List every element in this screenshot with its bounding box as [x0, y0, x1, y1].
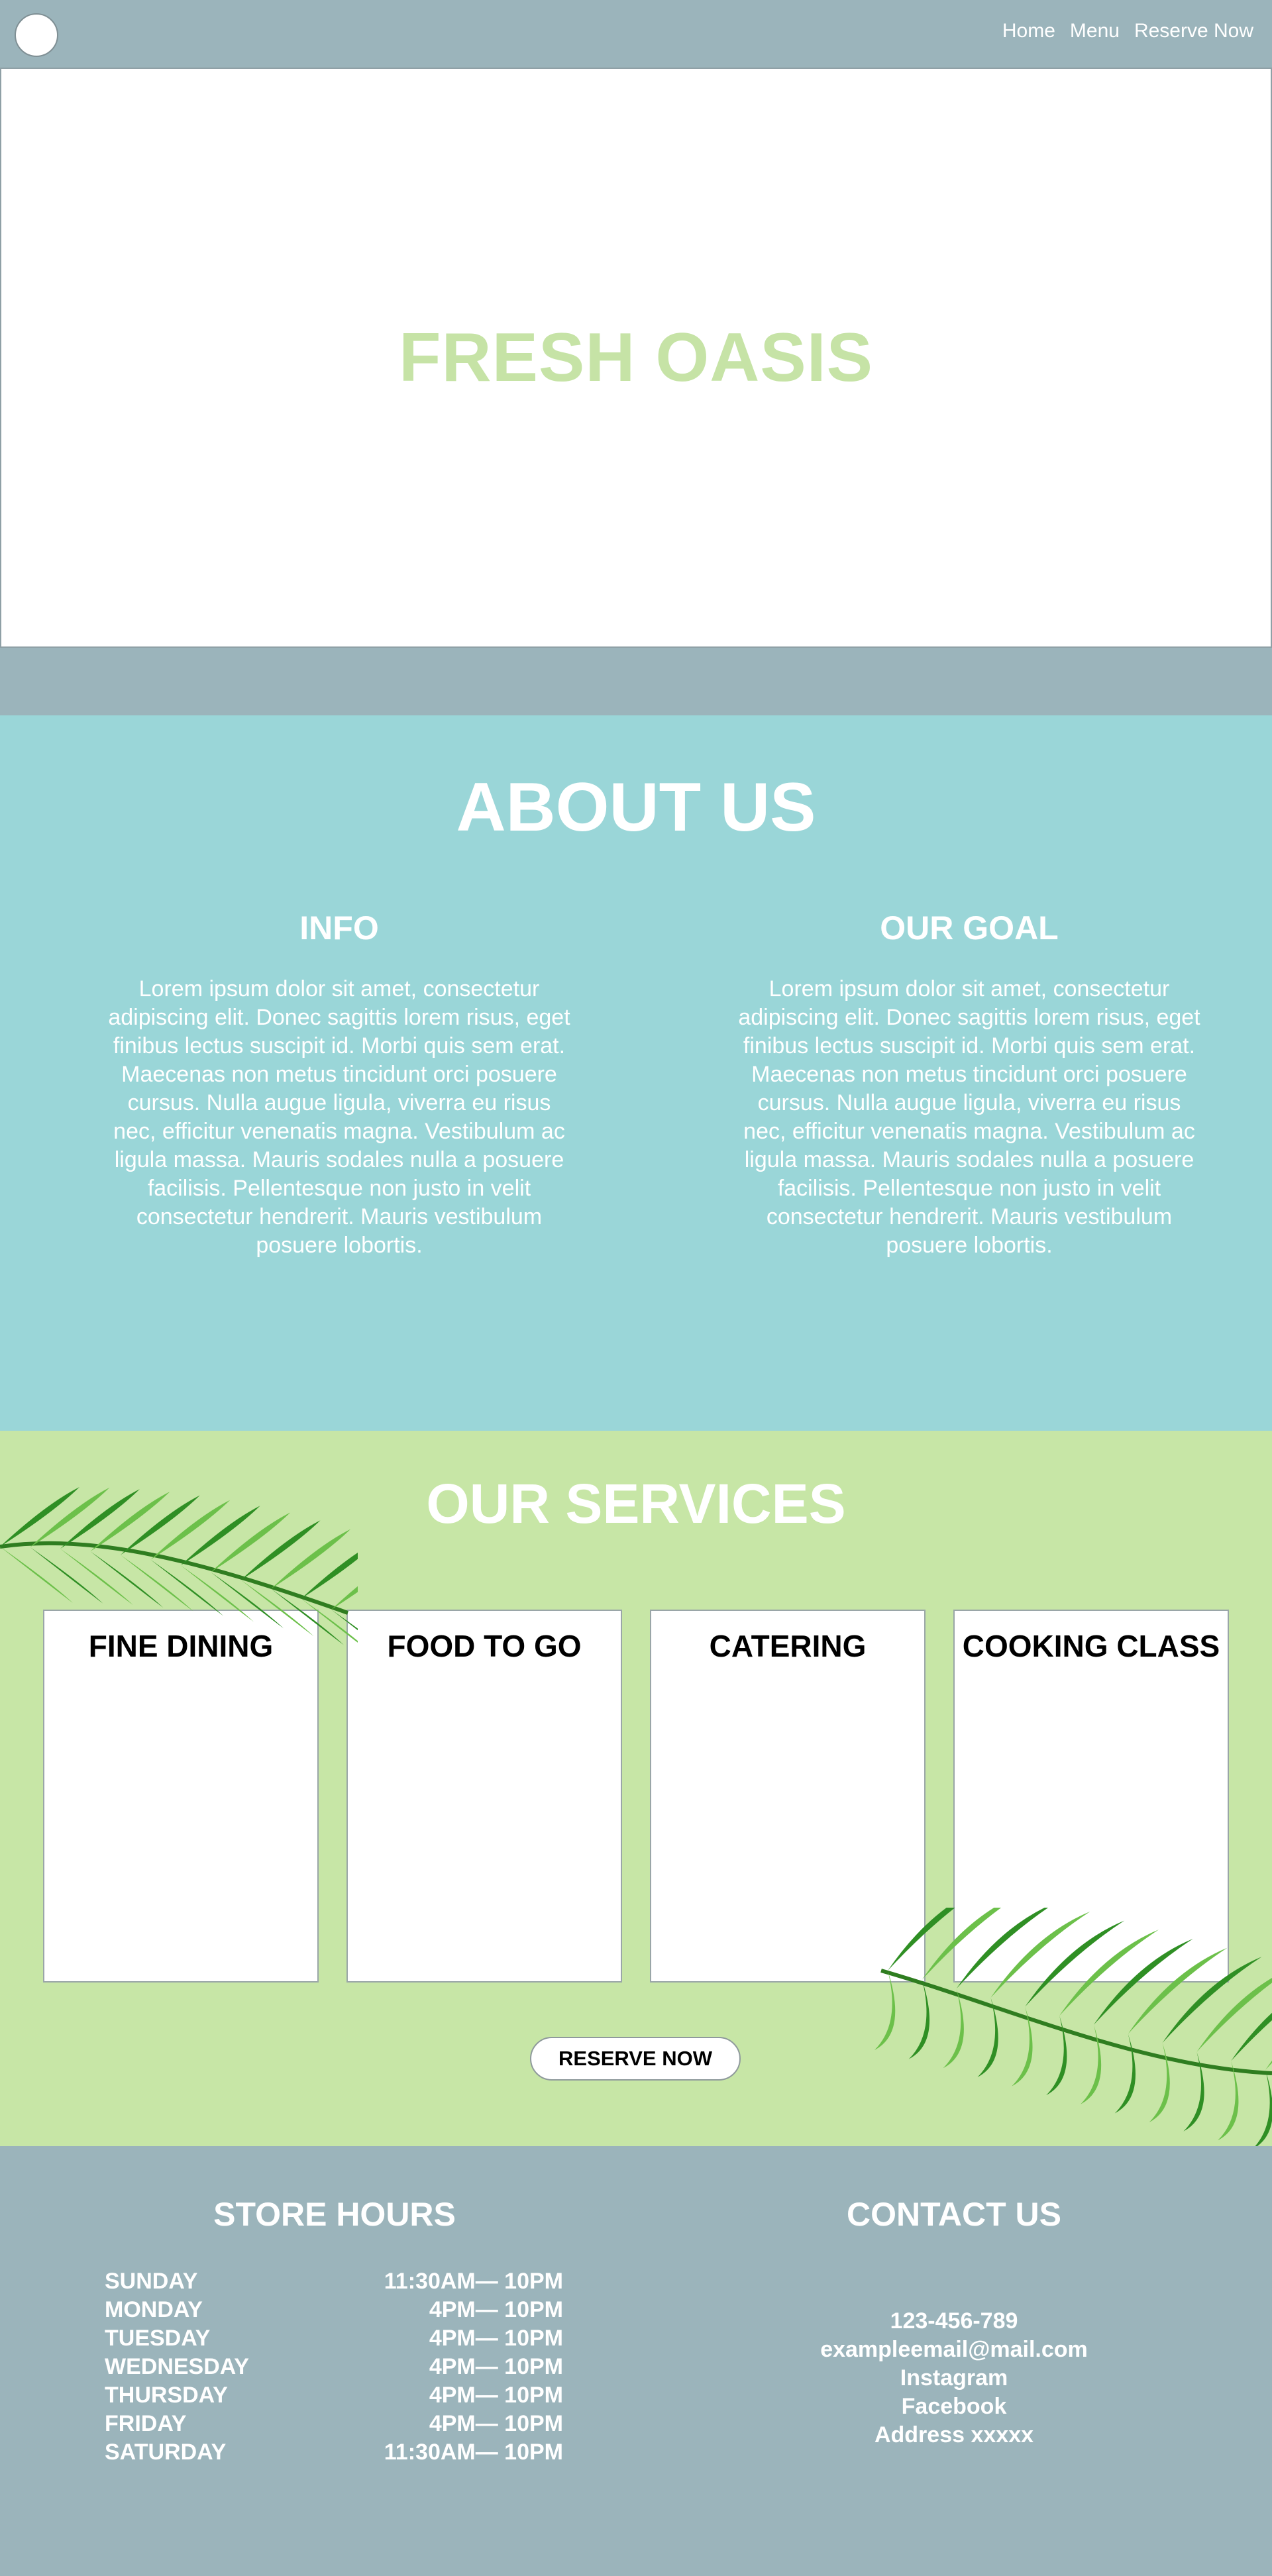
contact-email[interactable]: exampleemail@mail.com: [722, 2337, 1186, 2363]
hours-day: THURSDAY: [105, 2383, 228, 2408]
hours-day: FRIDAY: [105, 2411, 187, 2436]
nav-link-menu[interactable]: Menu: [1070, 20, 1120, 42]
contact-phone[interactable]: 123-456-789: [722, 2308, 1186, 2334]
store-hours-title: STORE HOURS: [213, 2196, 456, 2233]
hours-row: SUNDAY 11:30AM— 10PM: [105, 2269, 563, 2297]
hours-day: SUNDAY: [105, 2269, 198, 2294]
hero-banner: FRESH OASIS: [0, 68, 1272, 648]
hours-row: THURSDAY 4PM— 10PM: [105, 2383, 563, 2411]
service-card-cooking-class[interactable]: COOKING CLASS: [953, 1610, 1229, 1983]
contact-title: CONTACT US: [846, 2196, 1062, 2233]
about-info-heading: INFO: [299, 909, 379, 947]
hours-time: 4PM— 10PM: [429, 2297, 563, 2322]
nav-links: Home Menu Reserve Now: [1002, 20, 1253, 42]
reserve-now-button[interactable]: RESERVE NOW: [530, 2037, 741, 2081]
service-card-label: COOKING CLASS: [962, 1629, 1220, 1663]
service-card-label: FOOD TO GO: [387, 1629, 582, 1663]
services-section: OUR SERVICES FINE DINING FOOD TO GO CATE…: [0, 1431, 1272, 2146]
about-goal-column: OUR GOAL Lorem ipsum dolor sit amet, con…: [734, 909, 1204, 1260]
hours-time: 4PM— 10PM: [429, 2326, 563, 2351]
service-card-catering[interactable]: CATERING: [650, 1610, 926, 1983]
hours-time: 11:30AM— 10PM: [384, 2440, 563, 2465]
hours-row: SATURDAY 11:30AM— 10PM: [105, 2440, 563, 2468]
footer: STORE HOURS SUNDAY 11:30AM— 10PM MONDAY 4PM…: [0, 2146, 1272, 2576]
hours-row: TUESDAY 4PM— 10PM: [105, 2326, 563, 2354]
hero-title: FRESH OASIS: [399, 319, 873, 396]
about-title: ABOUT US: [456, 769, 816, 846]
contact-address: Address xxxxx: [874, 2422, 1034, 2447]
hours-time: 4PM— 10PM: [429, 2354, 563, 2379]
hours-day: WEDNESDAY: [105, 2354, 249, 2379]
about-goal-text: Lorem ipsum dolor sit amet, consectetur …: [738, 976, 1200, 1258]
hours-time: 4PM— 10PM: [429, 2383, 563, 2408]
hours-day: TUESDAY: [105, 2326, 211, 2351]
hours-row: WEDNESDAY 4PM— 10PM: [105, 2354, 563, 2383]
logo-icon[interactable]: [15, 13, 58, 57]
top-nav: Home Menu Reserve Now: [0, 0, 1272, 68]
service-card-food-to-go[interactable]: FOOD TO GO: [346, 1610, 622, 1983]
nav-link-reserve-now[interactable]: Reserve Now: [1134, 20, 1253, 42]
about-info-text: Lorem ipsum dolor sit amet, consectetur …: [108, 976, 570, 1258]
contact-facebook[interactable]: Facebook: [722, 2394, 1186, 2420]
about-section: ABOUT US INFO Lorem ipsum dolor sit amet…: [0, 715, 1272, 1431]
about-goal-heading: OUR GOAL: [880, 909, 1059, 947]
services-title: OUR SERVICES: [426, 1472, 846, 1535]
service-card-label: CATERING: [709, 1629, 867, 1663]
nav-link-home[interactable]: Home: [1002, 20, 1055, 42]
service-card-fine-dining[interactable]: FINE DINING: [43, 1610, 319, 1983]
hours-row: FRIDAY 4PM— 10PM: [105, 2411, 563, 2440]
about-info-column: INFO Lorem ipsum dolor sit amet, consect…: [104, 909, 574, 1260]
service-card-label: FINE DINING: [88, 1629, 274, 1663]
hours-row: MONDAY 4PM— 10PM: [105, 2297, 563, 2326]
hours-day: MONDAY: [105, 2297, 203, 2322]
hours-time: 11:30AM— 10PM: [384, 2269, 563, 2294]
hours-time: 4PM— 10PM: [429, 2411, 563, 2436]
hours-day: SATURDAY: [105, 2440, 227, 2465]
contact-instagram[interactable]: Instagram: [722, 2365, 1186, 2391]
